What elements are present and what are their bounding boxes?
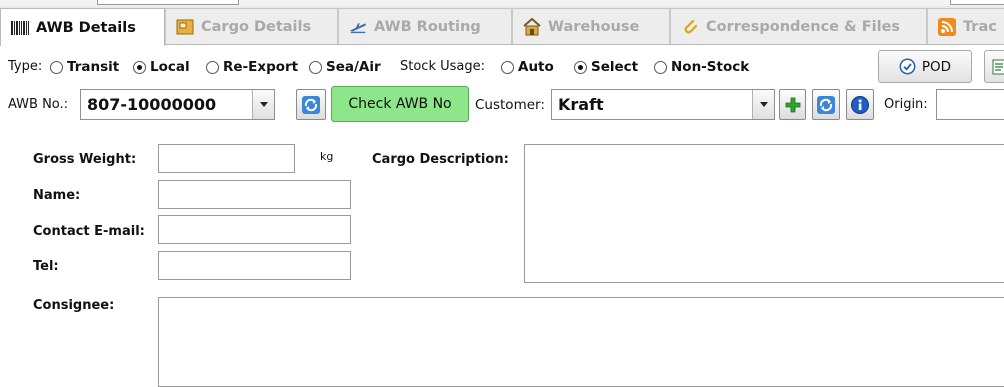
- awb-no-value: 807-10000000: [87, 95, 217, 114]
- option-label: Auto: [518, 59, 554, 75]
- chevron-down-icon[interactable]: [752, 90, 774, 119]
- radio-transit[interactable]: [50, 60, 63, 74]
- refresh-customer-button[interactable]: [812, 89, 840, 120]
- tab-warehouse[interactable]: Warehouse: [512, 8, 670, 44]
- option-label: Transit: [67, 59, 120, 75]
- option-label: Select: [591, 59, 639, 75]
- radio-local[interactable]: [133, 60, 146, 74]
- weight-unit-label: kg: [320, 150, 334, 163]
- tab-correspondence-files[interactable]: Correspondence & Files: [670, 8, 927, 44]
- contact-email-input[interactable]: [158, 215, 351, 244]
- name-label: Name:: [33, 188, 81, 203]
- gross-weight-input[interactable]: [158, 144, 295, 173]
- tab-cargo-details[interactable]: Cargo Details: [165, 8, 338, 44]
- plus-icon: [784, 96, 802, 114]
- refresh-icon: [816, 95, 836, 115]
- tab-awb-details[interactable]: AWB Details: [0, 8, 165, 46]
- gross-weight-label: Gross Weight:: [33, 152, 137, 167]
- stock-option-select[interactable]: Select: [574, 59, 638, 75]
- tab-awb-routing[interactable]: AWB Routing: [338, 8, 512, 44]
- consignee-textarea[interactable]: [158, 297, 1004, 387]
- refresh-awb-button[interactable]: [296, 89, 326, 120]
- stock-option-auto[interactable]: Auto: [501, 59, 554, 75]
- cargo-description-label: Cargo Description:: [372, 152, 509, 167]
- tab-bar: AWB Details Cargo Details AWB Routing Wa…: [0, 6, 1004, 46]
- pod-button[interactable]: POD: [878, 50, 972, 83]
- info-icon: [850, 95, 870, 115]
- radio-sea-air[interactable]: [309, 60, 322, 74]
- tel-input[interactable]: [158, 251, 351, 280]
- awb-no-label: AWB No.:: [8, 97, 69, 112]
- customer-info-button[interactable]: [846, 89, 874, 120]
- check-awb-label: Check AWB No: [348, 96, 452, 112]
- tab-label: Warehouse: [548, 18, 640, 35]
- cargo-description-textarea[interactable]: [524, 144, 1004, 283]
- warehouse-icon: [523, 17, 541, 36]
- add-customer-button[interactable]: [779, 89, 806, 120]
- tab-label: Correspondence & Files: [706, 18, 901, 35]
- customer-label: Customer:: [475, 97, 545, 113]
- consignee-label: Consignee:: [33, 298, 115, 313]
- customer-combobox[interactable]: Kraft: [551, 89, 775, 120]
- paperclip-icon: [681, 18, 699, 36]
- chevron-down-icon[interactable]: [252, 90, 274, 119]
- type-label: Type:: [8, 59, 43, 74]
- top-field-left[interactable]: [97, 0, 239, 5]
- option-label: Sea/Air: [326, 59, 381, 75]
- stock-usage-label: Stock Usage:: [400, 59, 485, 74]
- awb-no-combobox[interactable]: 807-10000000: [80, 89, 275, 120]
- tab-label: Cargo Details: [201, 18, 312, 35]
- check-circle-icon: [899, 58, 916, 75]
- name-input[interactable]: [158, 180, 351, 209]
- type-option-local[interactable]: Local: [133, 59, 190, 75]
- radio-auto[interactable]: [501, 60, 514, 74]
- type-option-re-export[interactable]: Re-Export: [206, 59, 298, 75]
- option-label: Re-Export: [223, 59, 299, 75]
- refresh-icon: [301, 95, 321, 115]
- contact-email-label: Contact E-mail:: [33, 224, 145, 239]
- barcode-icon: [11, 19, 29, 37]
- cargo-box-icon: [176, 18, 194, 36]
- tab-label: AWB Details: [36, 19, 136, 36]
- type-option-transit[interactable]: Transit: [50, 59, 119, 75]
- stock-option-non-stock[interactable]: Non-Stock: [654, 59, 749, 75]
- pod-label: POD: [921, 58, 952, 75]
- report-button[interactable]: [984, 50, 1004, 83]
- tab-label: AWB Routing: [374, 18, 481, 35]
- customer-value: Kraft: [558, 95, 604, 114]
- report-icon: [992, 59, 1004, 75]
- radio-re-export[interactable]: [206, 60, 219, 74]
- origin-label: Origin:: [884, 97, 928, 112]
- radio-select[interactable]: [574, 60, 587, 74]
- tel-label: Tel:: [33, 259, 59, 274]
- tab-trac[interactable]: Trac: [927, 8, 1004, 44]
- top-field-right[interactable]: [950, 0, 1004, 5]
- tab-label: Trac: [963, 18, 997, 35]
- option-label: Non-Stock: [671, 59, 750, 75]
- origin-input[interactable]: [936, 89, 1004, 120]
- option-label: Local: [150, 59, 190, 75]
- airplane-icon: [349, 18, 367, 36]
- type-option-sea-air[interactable]: Sea/Air: [309, 59, 381, 75]
- rss-icon: [938, 17, 956, 36]
- check-awb-no-button[interactable]: Check AWB No: [331, 86, 469, 122]
- radio-non-stock[interactable]: [654, 60, 667, 74]
